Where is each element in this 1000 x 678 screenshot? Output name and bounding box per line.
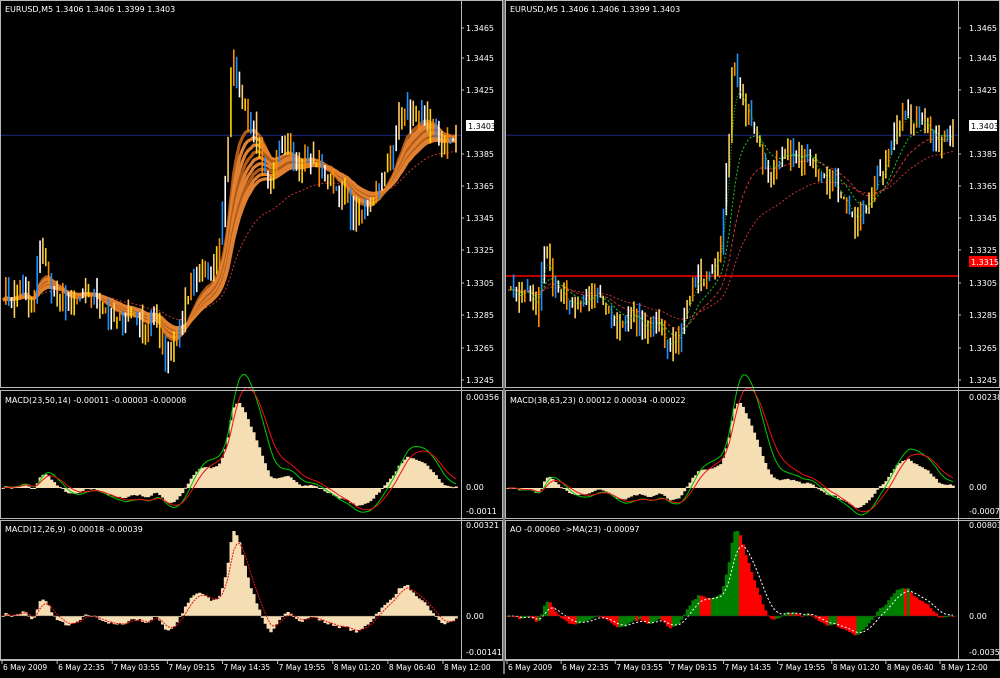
- price-tick-label: 1.3345: [466, 214, 494, 223]
- right-hline-price-label: 1.3315: [971, 258, 999, 267]
- indicator-tick-label: 0.00803: [969, 521, 1000, 530]
- time-tick-label: 7 May 03:55: [113, 663, 160, 672]
- time-tick-label: 7 May 14:35: [725, 663, 772, 672]
- price-tick-label: 1.3245: [466, 376, 494, 385]
- charts-canvas: EURUSD,M5 1.3406 1.3406 1.3399 1.3403 MA…: [0, 0, 1000, 674]
- indicator-tick-label: -0.00141: [466, 648, 502, 657]
- indicator-tick-label: 0.00321: [466, 521, 499, 530]
- price-tick-label: 1.3325: [466, 246, 494, 255]
- time-tick-label: 7 May 09:15: [670, 663, 717, 672]
- indicator-tick-label: 0.00356: [466, 393, 499, 402]
- indicator-tick-label: 0.00: [969, 483, 987, 492]
- price-tick-label: 1.3265: [969, 344, 997, 353]
- indicator-tick-label: 0.00: [466, 483, 484, 492]
- time-tick-label: 8 May 01:20: [334, 663, 381, 672]
- right-ao-title: AO -0.00060 ->MA(23) -0.00097: [510, 525, 640, 534]
- time-tick-label: 8 May 01:20: [833, 663, 880, 672]
- price-tick-label: 1.3265: [466, 344, 494, 353]
- price-tick-label: 1.3385: [969, 150, 997, 159]
- price-tick-label: 1.3285: [969, 311, 997, 320]
- price-tick-label: 1.3445: [969, 54, 997, 63]
- price-tick-label: 1.3465: [466, 24, 494, 33]
- indicator-tick-label: -0.0011: [466, 507, 497, 516]
- time-tick-label: 6 May 22:35: [562, 663, 609, 672]
- indicator-tick-label: 0.00238: [969, 393, 1000, 402]
- left-current-price-label: 1.3403: [468, 122, 496, 131]
- time-tick-label: 8 May 12:00: [941, 663, 988, 672]
- time-tick-label: 7 May 03:55: [616, 663, 663, 672]
- indicator-tick-label: 0.00: [466, 612, 484, 621]
- left-macd-title: MACD(23,50,14) -0.00011 -0.00003 -0.0000…: [5, 396, 186, 405]
- time-tick-label: 8 May 06:40: [389, 663, 436, 672]
- right-chart-window[interactable]: EURUSD,M5 1.3406 1.3406 1.3399 1.3403 MA…: [505, 0, 1000, 674]
- price-tick-label: 1.3365: [969, 182, 997, 191]
- time-tick-label: 6 May 22:35: [58, 663, 105, 672]
- time-tick-label: 7 May 14:35: [224, 663, 271, 672]
- time-tick-label: 6 May 2009: [508, 663, 552, 672]
- right-current-price-badge: 1.3403: [969, 120, 999, 131]
- price-tick-label: 1.3305: [969, 279, 997, 288]
- price-tick-label: 1.3305: [466, 279, 494, 288]
- left-chart-window[interactable]: EURUSD,M5 1.3406 1.3406 1.3399 1.3403 MA…: [0, 0, 503, 674]
- price-tick-label: 1.3425: [969, 86, 997, 95]
- time-tick-label: 6 May 2009: [3, 663, 47, 672]
- right-hline-price-badge: 1.3315: [969, 256, 999, 267]
- left-macd2-title: MACD(12,26,9) -0.00018 -0.00039: [5, 525, 143, 534]
- time-tick-label: 8 May 06:40: [887, 663, 934, 672]
- time-tick-label: 8 May 12:00: [444, 663, 491, 672]
- price-tick-label: 1.3425: [466, 86, 494, 95]
- right-current-price-label: 1.3403: [971, 122, 999, 131]
- indicator-tick-label: -0.00354: [969, 648, 1000, 657]
- left-price-pane[interactable]: [0, 0, 503, 674]
- price-tick-label: 1.3365: [466, 182, 494, 191]
- indicator-tick-label: -0.00078: [969, 507, 1000, 516]
- right-macd-title: MACD(38,63,23) 0.00012 0.00034 -0.00022: [510, 396, 686, 405]
- price-tick-label: 1.3245: [969, 376, 997, 385]
- price-tick-label: 1.3465: [969, 24, 997, 33]
- left-chart-title: EURUSD,M5 1.3406 1.3406 1.3399 1.3403: [5, 5, 175, 14]
- time-tick-label: 7 May 09:15: [168, 663, 215, 672]
- price-tick-label: 1.3325: [969, 246, 997, 255]
- price-tick-label: 1.3445: [466, 54, 494, 63]
- time-tick-label: 7 May 19:55: [279, 663, 326, 672]
- price-tick-label: 1.3345: [969, 214, 997, 223]
- right-chart-title: EURUSD,M5 1.3406 1.3406 1.3399 1.3403: [510, 5, 680, 14]
- left-current-price-badge: 1.3403: [466, 120, 496, 131]
- price-tick-label: 1.3285: [466, 311, 494, 320]
- terminal-window: EURUSD,M5 1.3406 1.3406 1.3399 1.3403 MA…: [0, 0, 1000, 674]
- price-tick-label: 1.3385: [466, 150, 494, 159]
- time-tick-label: 7 May 19:55: [779, 663, 826, 672]
- indicator-tick-label: 0.00: [969, 612, 987, 621]
